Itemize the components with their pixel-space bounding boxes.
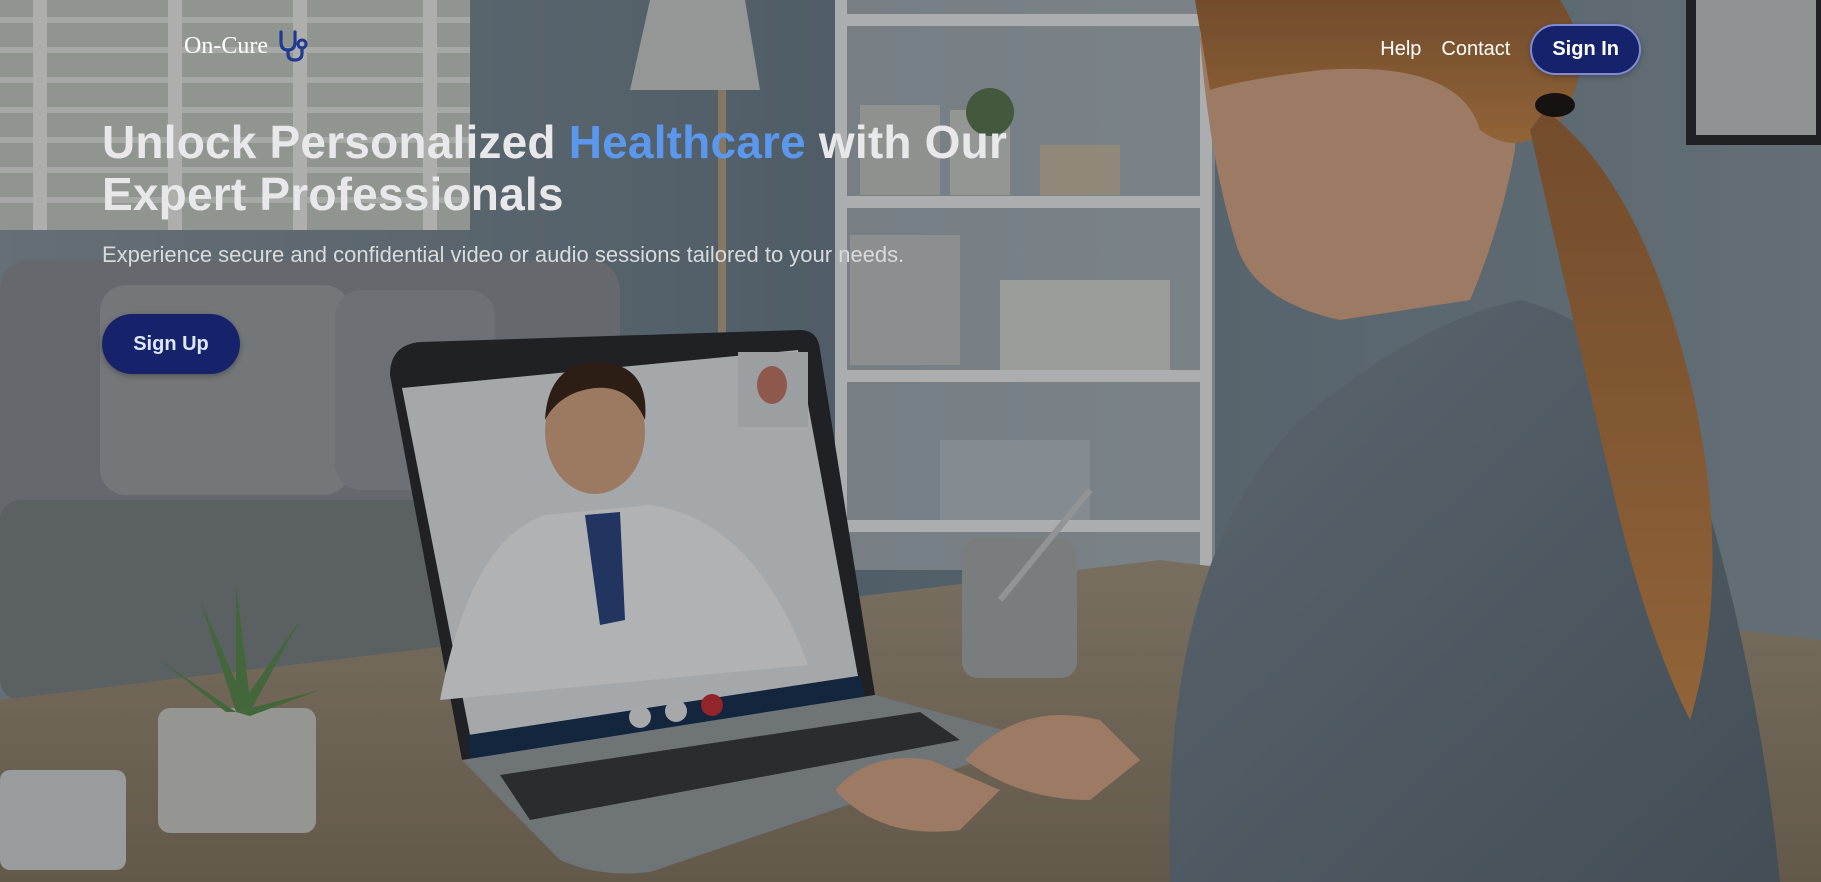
headline-accent: Healthcare [568, 116, 806, 168]
hero-section: On-Cure Help Contact Sign In Unlock Pers… [0, 0, 1821, 882]
top-nav: Help Contact Sign In [1380, 24, 1641, 75]
brand-logo[interactable]: On-Cure [184, 28, 310, 64]
help-link[interactable]: Help [1380, 38, 1421, 61]
headline-part1: Unlock Personalized [102, 116, 569, 168]
sign-up-button[interactable]: Sign Up [102, 314, 240, 374]
sign-in-button[interactable]: Sign In [1530, 24, 1641, 75]
brand-name: On-Cure [184, 32, 268, 59]
stethoscope-icon [279, 30, 308, 62]
hero-headline: Unlock Personalized Healthcare with Our … [102, 116, 1032, 220]
hero-subtitle: Experience secure and confidential video… [102, 242, 905, 267]
contact-link[interactable]: Contact [1441, 38, 1510, 61]
